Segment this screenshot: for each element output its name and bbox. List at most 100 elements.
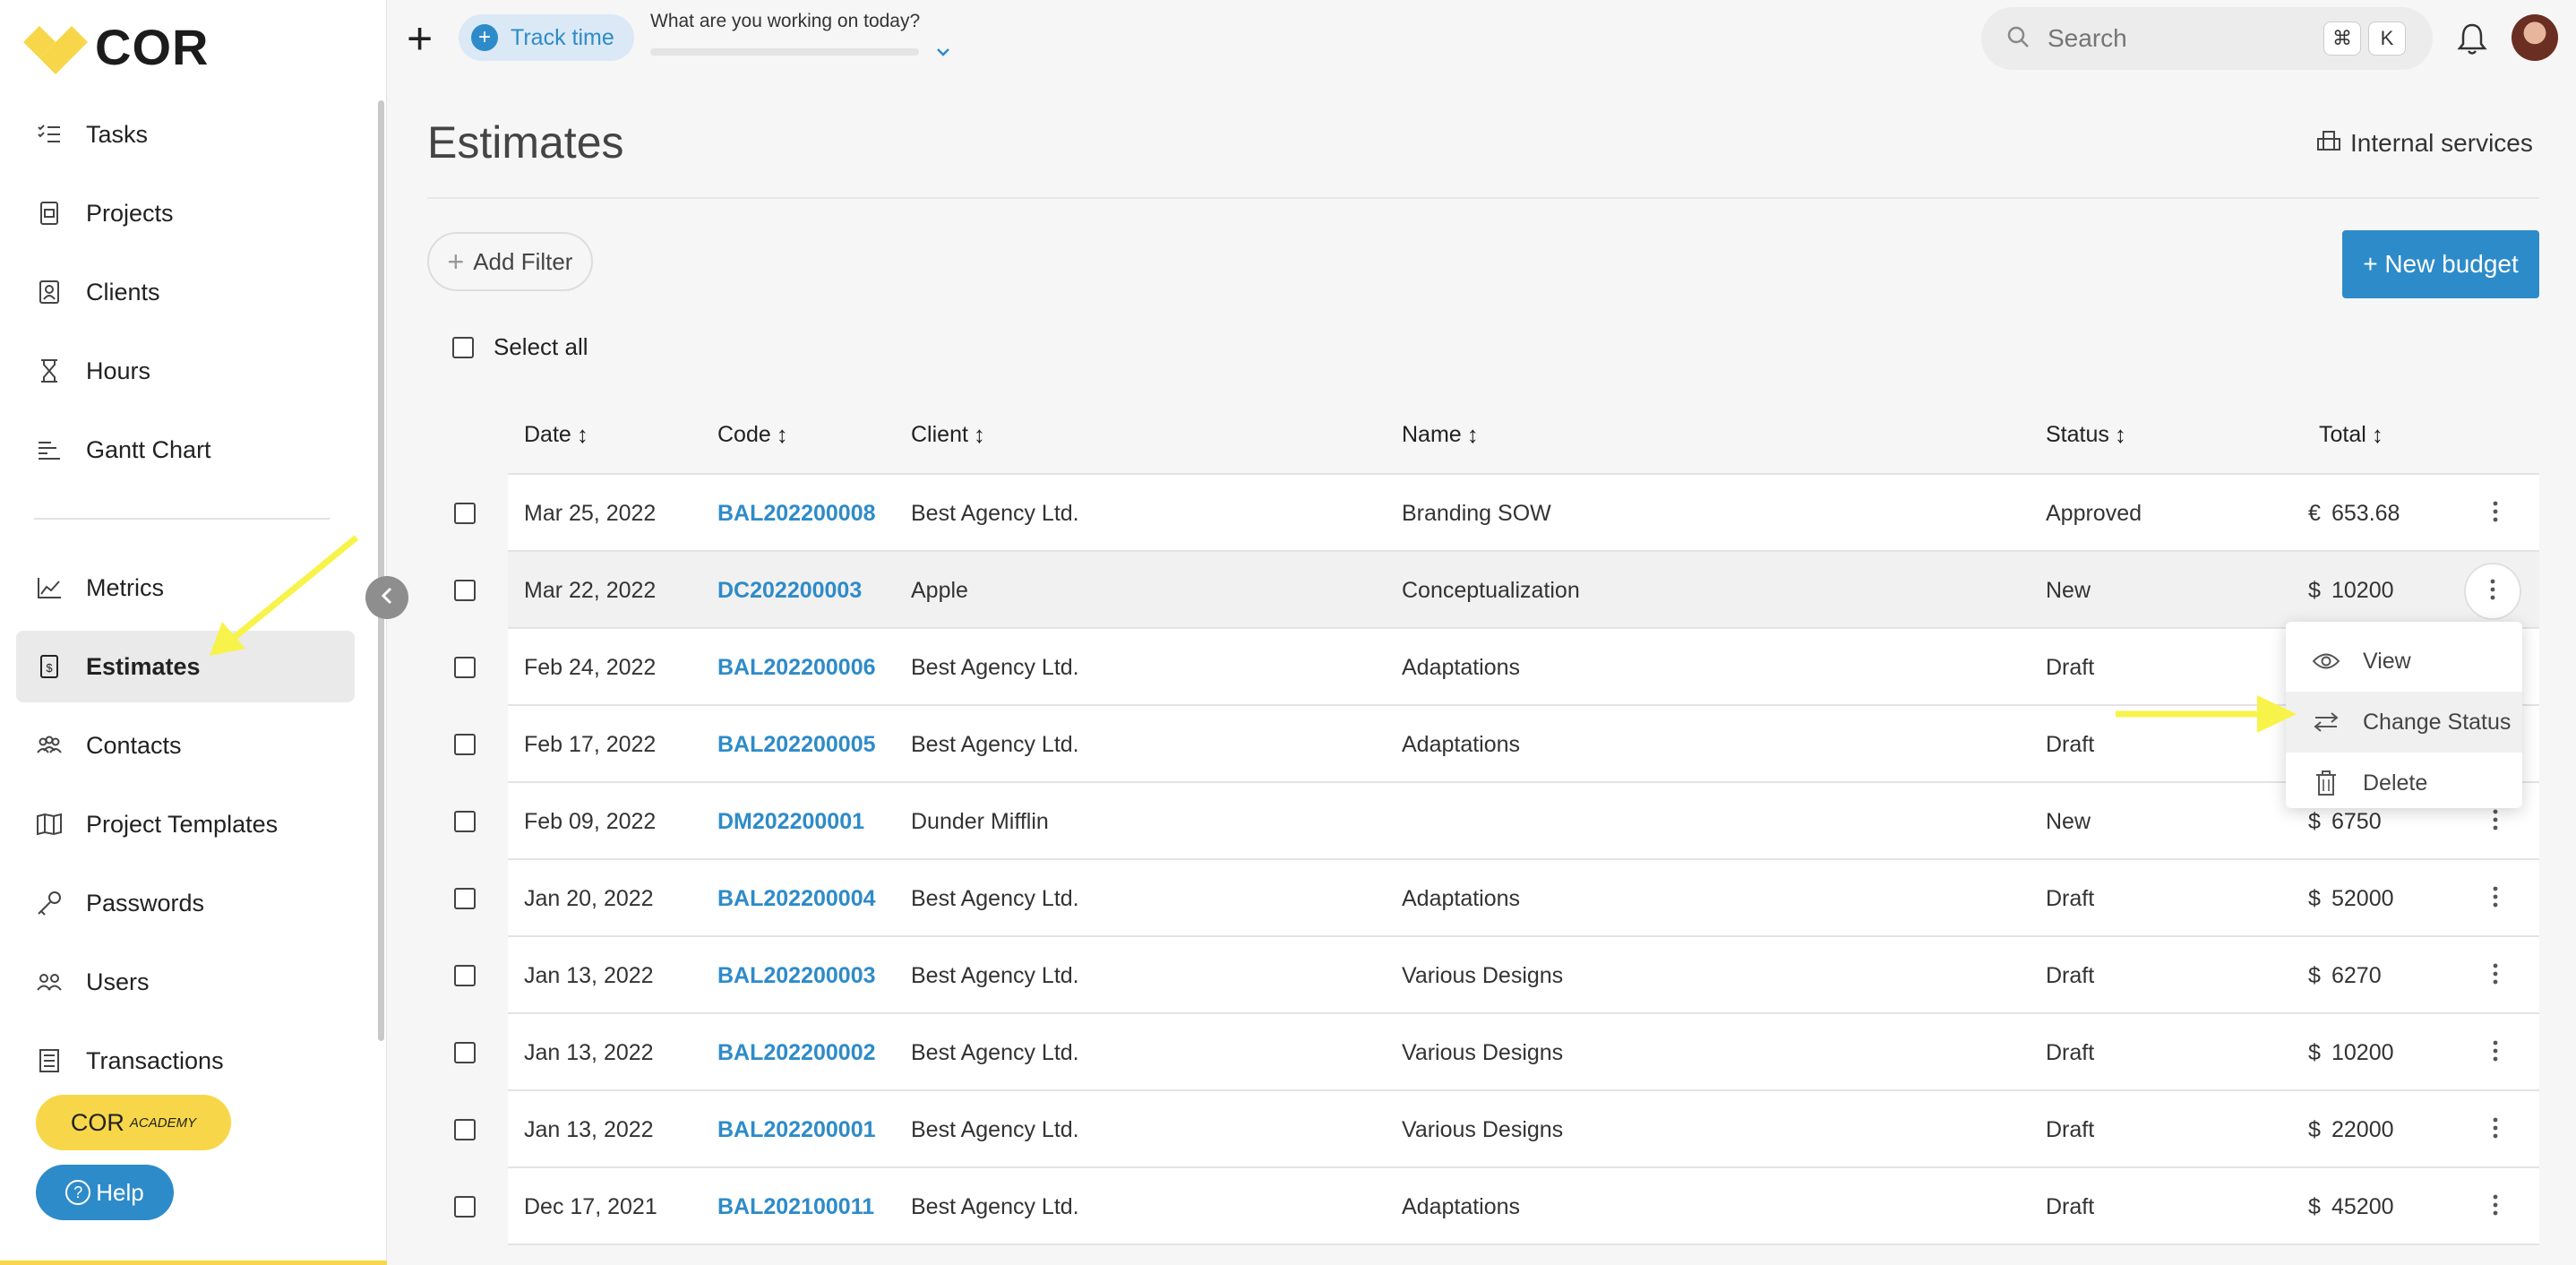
row-actions-button[interactable] xyxy=(2482,860,2509,937)
row-actions-button[interactable] xyxy=(2482,475,2509,552)
add-filter-button[interactable]: + Add Filter xyxy=(427,232,593,291)
select-all[interactable]: Select all xyxy=(452,333,588,361)
help-button[interactable]: ? Help xyxy=(36,1165,174,1220)
column-name[interactable]: Name ↕ xyxy=(1402,421,1479,449)
row-checkbox[interactable] xyxy=(454,888,476,909)
cell-client: Best Agency Ltd. xyxy=(911,1039,1079,1065)
cell-date: Mar 22, 2022 xyxy=(524,577,657,603)
annotation-arrow-estimates xyxy=(210,535,359,656)
row-actions-button[interactable] xyxy=(2482,1168,2509,1245)
cell-code[interactable]: BAL202200008 xyxy=(717,475,876,552)
plus-icon: + xyxy=(447,245,465,278)
table-row[interactable]: Mar 25, 2022 BAL202200008 Best Agency Ltd.… xyxy=(454,475,2539,552)
collapse-sidebar-button[interactable] xyxy=(365,576,408,619)
column-total[interactable]: Total ↕ xyxy=(2319,421,2383,449)
cell-currency: $ xyxy=(2308,962,2321,988)
cell-code[interactable]: BAL202200006 xyxy=(717,629,876,706)
brand-bottom-bar xyxy=(0,1261,387,1265)
table-row[interactable]: Jan 13, 2022 BAL202200002 Best Agency Ltd.… xyxy=(454,1014,2539,1091)
track-time-button[interactable]: + Track time xyxy=(459,14,634,61)
cell-date: Mar 25, 2022 xyxy=(524,500,657,526)
column-code[interactable]: Code ↕ xyxy=(717,421,788,449)
new-budget-button[interactable]: + New budget xyxy=(2342,230,2539,298)
row-checkbox[interactable] xyxy=(454,503,476,524)
cell-name: Conceptualization xyxy=(1402,577,1580,603)
clients-icon xyxy=(34,277,64,307)
row-actions-button[interactable] xyxy=(2464,563,2521,620)
column-label: Total xyxy=(2319,421,2366,447)
row-checkbox[interactable] xyxy=(454,734,476,755)
row-checkbox[interactable] xyxy=(454,1196,476,1218)
row-checkbox[interactable] xyxy=(454,657,476,678)
cell-date: Dec 17, 2021 xyxy=(524,1193,657,1219)
cell-total: 653.68 xyxy=(2331,500,2400,526)
cell-code[interactable]: BAL202100011 xyxy=(717,1168,874,1245)
sidebar-item-contacts[interactable]: Contacts xyxy=(16,710,355,781)
cell-client: Best Agency Ltd. xyxy=(911,1193,1079,1219)
user-avatar[interactable] xyxy=(2512,14,2558,61)
chevron-down-icon[interactable] xyxy=(935,39,951,63)
sidebar-item-tasks[interactable]: Tasks xyxy=(16,99,355,170)
row-actions-button[interactable] xyxy=(2482,937,2509,1014)
trash-icon xyxy=(2311,770,2341,796)
table-row[interactable]: Feb 09, 2022 DM202200001 Dunder Mifflin New… xyxy=(454,783,2539,860)
select-all-checkbox[interactable] xyxy=(452,336,474,358)
cell-client: Best Agency Ltd. xyxy=(911,731,1079,757)
table-row[interactable]: Mar 22, 2022 DC202200003 Apple Conceptualiz… xyxy=(454,552,2539,629)
page-title: Estimates xyxy=(427,117,624,168)
row-actions-button[interactable] xyxy=(2482,1091,2509,1168)
internal-services-link[interactable]: Internal services xyxy=(2316,129,2533,158)
search-input[interactable] xyxy=(2048,24,2316,53)
row-checkbox[interactable] xyxy=(454,1119,476,1140)
menu-item-view[interactable]: View xyxy=(2286,631,2522,692)
cell-code[interactable]: BAL202200001 xyxy=(717,1091,876,1168)
search-bar[interactable]: ⌘ K xyxy=(1981,7,2433,70)
row-actions-button[interactable] xyxy=(2482,1014,2509,1091)
cell-code[interactable]: BAL202200004 xyxy=(717,860,876,937)
add-icon[interactable]: + xyxy=(407,16,433,61)
cell-date: Feb 24, 2022 xyxy=(524,654,657,680)
sidebar-item-project-templates[interactable]: Project Templates xyxy=(16,788,355,860)
cell-currency: $ xyxy=(2308,1193,2321,1219)
column-status[interactable]: Status ↕ xyxy=(2046,421,2126,449)
row-checkbox[interactable] xyxy=(454,965,476,986)
table-row[interactable]: Dec 17, 2021 BAL202100011 Best Agency Ltd.… xyxy=(454,1168,2539,1245)
sidebar-item-label: Transactions xyxy=(86,1046,224,1074)
table-row[interactable]: Jan 13, 2022 BAL202200001 Best Agency Ltd.… xyxy=(454,1091,2539,1168)
cell-code[interactable]: DC202200003 xyxy=(717,552,862,629)
sidebar-item-gantt-chart[interactable]: Gantt Chart xyxy=(16,414,355,486)
question-icon: ? xyxy=(65,1180,91,1205)
working-on-input[interactable] xyxy=(650,48,919,56)
bell-icon[interactable] xyxy=(2456,22,2488,60)
menu-item-delete[interactable]: Delete xyxy=(2286,753,2522,813)
cell-status: Draft xyxy=(2046,731,2095,757)
sidebar-item-hours[interactable]: Hours xyxy=(16,335,355,407)
row-checkbox[interactable] xyxy=(454,580,476,601)
cell-code[interactable]: DM202200001 xyxy=(717,783,864,860)
table-row[interactable]: Jan 13, 2022 BAL202200003 Best Agency Ltd.… xyxy=(454,937,2539,1014)
cell-total: 6270 xyxy=(2331,962,2382,988)
sidebar-item-users[interactable]: Users xyxy=(16,946,355,1018)
sidebar-item-clients[interactable]: Clients xyxy=(16,256,355,328)
sidebar-item-label: Project Templates xyxy=(86,810,279,838)
sidebar-item-label: Tasks xyxy=(86,120,149,148)
row-checkbox[interactable] xyxy=(454,1042,476,1063)
sidebar-item-transactions[interactable]: Transactions xyxy=(16,1025,355,1097)
column-client[interactable]: Client ↕ xyxy=(911,421,985,449)
row-checkbox[interactable] xyxy=(454,811,476,832)
cell-code[interactable]: BAL202200005 xyxy=(717,706,876,783)
sidebar-item-label: Gantt Chart xyxy=(86,435,211,463)
sidebar-item-passwords[interactable]: Passwords xyxy=(16,867,355,939)
table-row[interactable]: Jan 20, 2022 BAL202200004 Best Agency Ltd.… xyxy=(454,860,2539,937)
cell-code[interactable]: BAL202200002 xyxy=(717,1014,876,1091)
cell-code[interactable]: BAL202200003 xyxy=(717,937,876,1014)
templates-icon xyxy=(34,809,64,839)
sidebar-scrollbar[interactable] xyxy=(378,100,384,1041)
sidebar-item-projects[interactable]: Projects xyxy=(16,177,355,249)
cor-academy-button[interactable]: COR ACADEMY xyxy=(36,1095,231,1150)
cor-logo[interactable]: COR xyxy=(20,18,209,76)
cell-currency: € xyxy=(2308,500,2321,526)
cell-name: Various Designs xyxy=(1402,962,1564,988)
menu-item-change-status[interactable]: Change Status xyxy=(2286,692,2522,753)
column-date[interactable]: Date ↕ xyxy=(524,421,588,449)
